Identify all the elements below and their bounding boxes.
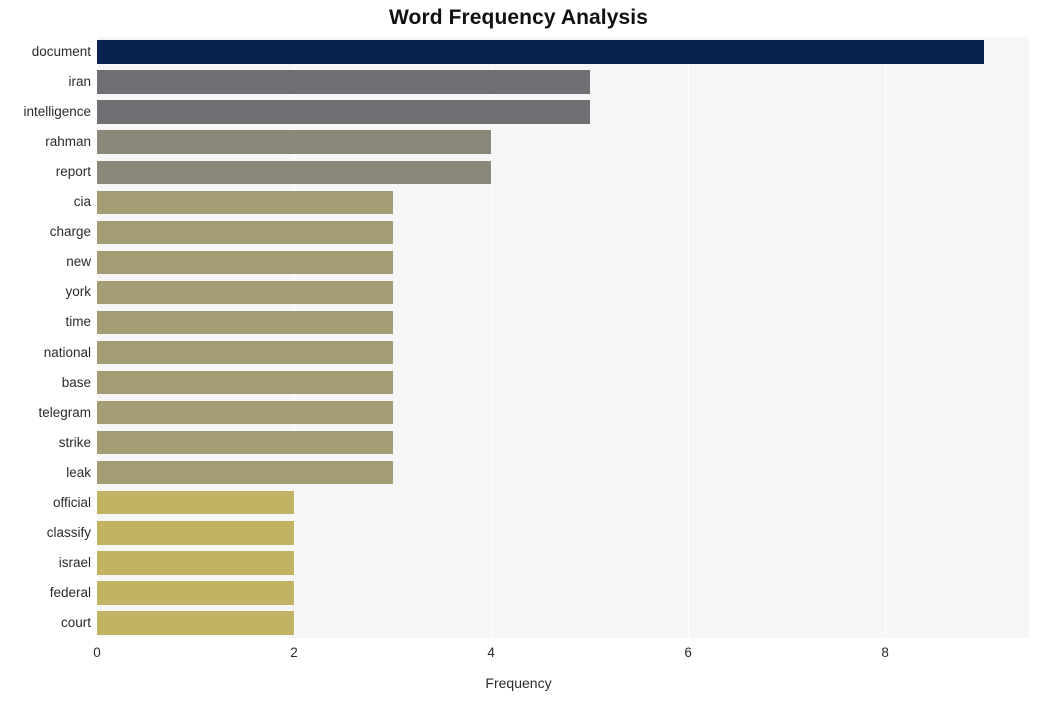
bar-new [97,250,393,275]
plot-area [97,37,1029,638]
x-axis-tick-labels: 0 2 4 6 8 [0,645,1037,667]
bar-iran [97,70,590,94]
bar-document [97,40,984,64]
y-tick-label-official: official [52,494,91,510]
bar-row [97,130,1029,154]
y-tick-label-telegram: telegram [38,404,91,420]
x-tick-label-2: 2 [290,645,298,660]
x-tick-label-6: 6 [684,645,692,660]
y-tick-label-time: time [65,314,91,330]
bar-row [97,430,1029,455]
y-tick-label-strike: strike [58,434,91,450]
bar-row [97,250,1029,275]
y-tick-label-york: york [65,284,91,300]
bar-israel [97,551,295,575]
y-tick-label-document: document [31,44,91,60]
y-tick-label-court: court [60,614,91,630]
bar-row [97,190,1029,214]
word-frequency-bar-chart: Word Frequency Analysis document iran inte… [0,0,1037,701]
y-axis-category-labels: document iran intelligence rahman report cia c… [0,37,91,638]
bar-intelligence [97,100,590,124]
bar-court [97,611,295,635]
y-tick-label-national: national [43,344,91,360]
y-tick-label-report: report [55,164,91,180]
y-tick-label-iran: iran [68,74,91,90]
bar-row [97,40,1029,64]
bar-row [97,340,1029,365]
bar-row [97,461,1029,485]
bar-row [97,611,1029,635]
bar-report [97,160,492,184]
bar-official [97,491,295,515]
bar-row [97,551,1029,575]
chart-title: Word Frequency Analysis [388,6,649,29]
x-tick-label-4: 4 [487,645,495,660]
bar-row [97,220,1029,245]
x-tick-label-0: 0 [93,645,101,660]
bar-national [97,340,393,365]
bar-row [97,70,1029,94]
bar-base [97,370,393,395]
bar-row [97,310,1029,335]
y-tick-label-new: new [66,254,91,270]
y-tick-label-cia: cia [73,194,91,210]
bar-row [97,521,1029,545]
y-tick-label-leak: leak [66,464,91,480]
bar-time [97,310,393,335]
bar-cia [97,190,393,214]
x-axis-title: Frequency [485,675,552,691]
bar-row [97,100,1029,124]
bar-telegram [97,400,393,425]
bar-row [97,400,1029,425]
bar-rahman [97,130,492,154]
bar-row [97,160,1029,184]
y-tick-label-federal: federal [49,584,91,600]
bar-federal [97,581,295,605]
bar-charge [97,220,393,245]
bar-york [97,280,393,305]
bar-row [97,280,1029,305]
bar-classify [97,521,295,545]
bar-row [97,491,1029,515]
y-tick-label-rahman: rahman [45,134,91,150]
y-tick-label-israel: israel [58,554,91,570]
bar-row [97,370,1029,395]
bar-leak [97,461,393,485]
y-tick-label-classify: classify [46,524,91,540]
x-tick-label-8: 8 [881,645,889,660]
y-tick-label-intelligence: intelligence [23,104,91,120]
bars-container [97,37,1029,638]
bar-strike [97,430,393,455]
y-tick-label-charge: charge [49,224,91,240]
bar-row [97,581,1029,605]
y-tick-label-base: base [61,374,91,390]
